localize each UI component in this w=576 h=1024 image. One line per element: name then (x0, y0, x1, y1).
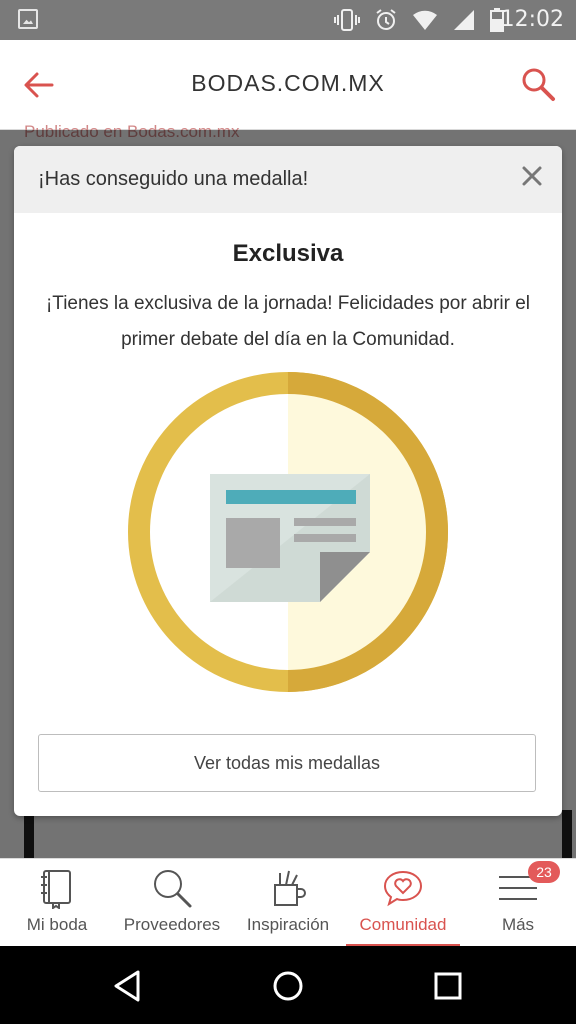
tab-mi-boda[interactable]: Mi boda (0, 859, 114, 947)
view-all-medals-button[interactable]: Ver todas mis medallas (38, 734, 536, 792)
search-icon[interactable] (520, 66, 556, 102)
home-circle-icon[interactable] (270, 968, 306, 1004)
status-time: 12:02 (500, 7, 564, 32)
heart-chat-icon (382, 867, 424, 909)
notification-badge: 23 (528, 861, 560, 883)
tab-inspiracion[interactable]: Inspiración (230, 859, 346, 947)
tab-label: Más (501, 915, 535, 934)
tab-label: Proveedores (123, 915, 221, 934)
medal-name: Exclusiva (232, 240, 344, 267)
tab-label: Inspiración (246, 915, 330, 934)
back-triangle-icon[interactable] (110, 968, 146, 1004)
bottom-tab-bar: Mi boda Proveedores Inspiración Comunida… (0, 858, 576, 947)
app-bar: BODAS.COM.MX (0, 40, 576, 130)
medal-newspaper-icon (128, 372, 448, 692)
dialog-title: ¡Has conseguido una medalla! (38, 168, 309, 190)
status-bar: 12:02 (0, 0, 576, 40)
tab-label: Comunidad (359, 915, 447, 934)
alarm-icon (374, 8, 398, 36)
tab-proveedores[interactable]: Proveedores (114, 859, 230, 947)
tab-comunidad[interactable]: Comunidad (346, 859, 460, 947)
wifi-icon (412, 9, 438, 35)
recents-square-icon[interactable] (430, 968, 466, 1004)
tab-label: Mi boda (26, 915, 88, 934)
close-icon[interactable] (520, 164, 544, 188)
book-icon (36, 867, 78, 910)
vibrate-icon (334, 8, 360, 36)
magnifier-icon (151, 867, 193, 909)
medal-description: ¡Tienes la exclusiva de la jornada! Feli… (45, 293, 531, 350)
pencil-cup-icon (267, 867, 309, 909)
signal-icon (452, 9, 476, 35)
system-navigation-bar (0, 946, 576, 1024)
page-title: BODAS.COM.MX (191, 70, 385, 96)
dialog-header: ¡Has conseguido una medalla! (14, 146, 562, 213)
image-notification-icon (18, 9, 38, 29)
medal-dialog: ¡Has conseguido una medalla! Exclusiva ¡… (14, 146, 562, 816)
